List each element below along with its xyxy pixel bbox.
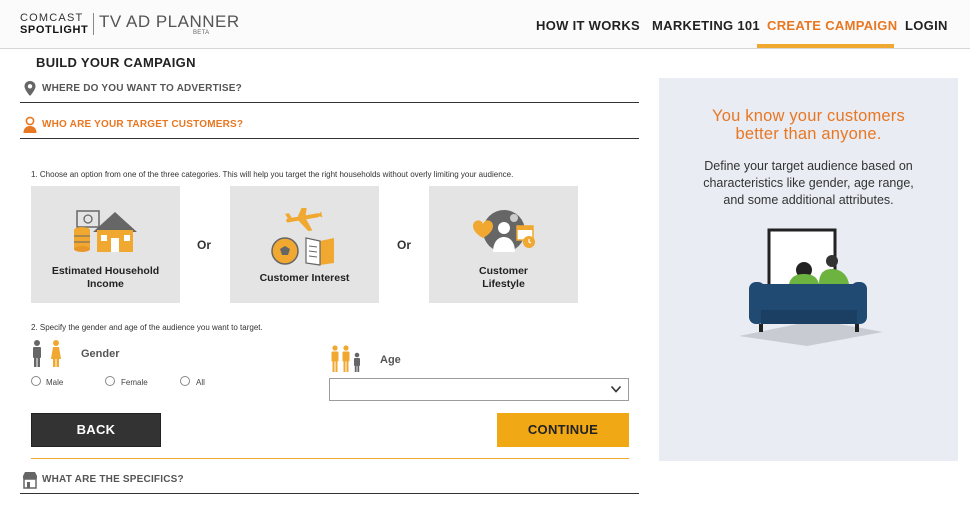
option-customer-lifestyle[interactable]: Customer Lifestyle (429, 186, 578, 303)
nav-how-it-works[interactable]: HOW IT WORKS (536, 18, 640, 33)
divider (20, 138, 639, 139)
gender-icon (33, 340, 61, 367)
person-icon (22, 116, 38, 134)
gender-male-radio[interactable] (31, 376, 41, 386)
gender-female-label: Female (121, 378, 148, 387)
app-name: TV AD PLANNER (99, 12, 240, 31)
logo-line1: COMCAST (20, 12, 84, 24)
top-header: COMCAST SPOTLIGHT TV AD PLANNER BETA HOW… (0, 0, 970, 49)
gender-all-label: All (196, 378, 205, 387)
section-specifics-label: WHAT ARE THE SPECIFICS? (42, 474, 184, 485)
section-specifics[interactable]: WHAT ARE THE SPECIFICS? (20, 466, 639, 494)
interests-icon (271, 208, 334, 266)
gender-female-radio[interactable] (105, 376, 115, 386)
step1-instructions: 1. Choose an option from one of the thre… (31, 170, 514, 179)
age-label: Age (380, 354, 401, 366)
age-group-icon (331, 345, 360, 372)
section-where[interactable]: WHERE DO YOU WANT TO ADVERTISE? (20, 75, 639, 103)
gender-male-label: Male (46, 378, 64, 387)
info-panel: You know your customers better than anyo… (659, 78, 958, 461)
section-who[interactable]: WHO ARE YOUR TARGET CUSTOMERS? (20, 111, 639, 139)
divider (20, 102, 639, 103)
option-household-income[interactable]: Estimated Household Income (31, 186, 180, 303)
continue-button[interactable]: CONTINUE (497, 413, 629, 447)
option-label: Estimated Household Income (51, 265, 160, 290)
info-headline: You know your customers better than anyo… (712, 107, 905, 143)
gender-all-radio[interactable] (180, 376, 190, 386)
comcast-spotlight-logo[interactable]: COMCAST SPOTLIGHT (20, 12, 89, 37)
option-label: Customer Lifestyle (478, 265, 528, 290)
nav-active-indicator (757, 44, 894, 48)
tv-couch-illustration (739, 228, 883, 346)
chevron-down-icon (610, 385, 622, 393)
nav-login[interactable]: LOGIN (905, 18, 948, 33)
or-separator: Or (397, 238, 412, 252)
lifestyle-icon (473, 210, 535, 252)
info-body: Define your target audience based on cha… (703, 159, 914, 207)
divider (20, 493, 639, 494)
logo-divider (93, 13, 94, 35)
option-customer-interest[interactable]: Customer Interest (230, 186, 379, 303)
gender-label: Gender (81, 348, 120, 360)
section-who-label: WHO ARE YOUR TARGET CUSTOMERS? (42, 119, 244, 130)
option-label: Customer Interest (259, 272, 350, 284)
page-title: BUILD YOUR CAMPAIGN (36, 55, 196, 70)
divider (31, 458, 629, 459)
store-icon (22, 471, 38, 489)
or-separator: Or (197, 238, 212, 252)
section-where-label: WHERE DO YOU WANT TO ADVERTISE? (42, 83, 242, 94)
house-money-icon (74, 210, 137, 252)
back-button[interactable]: BACK (31, 413, 161, 447)
beta-badge: BETA (193, 30, 210, 36)
nav-marketing-101[interactable]: MARKETING 101 (652, 18, 760, 33)
map-pin-icon (22, 80, 38, 98)
logo-line2: SPOTLIGHT (20, 24, 89, 36)
age-select[interactable] (329, 378, 629, 401)
step2-instructions: 2. Specify the gender and age of the aud… (31, 323, 263, 332)
nav-create-campaign[interactable]: CREATE CAMPAIGN (767, 18, 897, 33)
